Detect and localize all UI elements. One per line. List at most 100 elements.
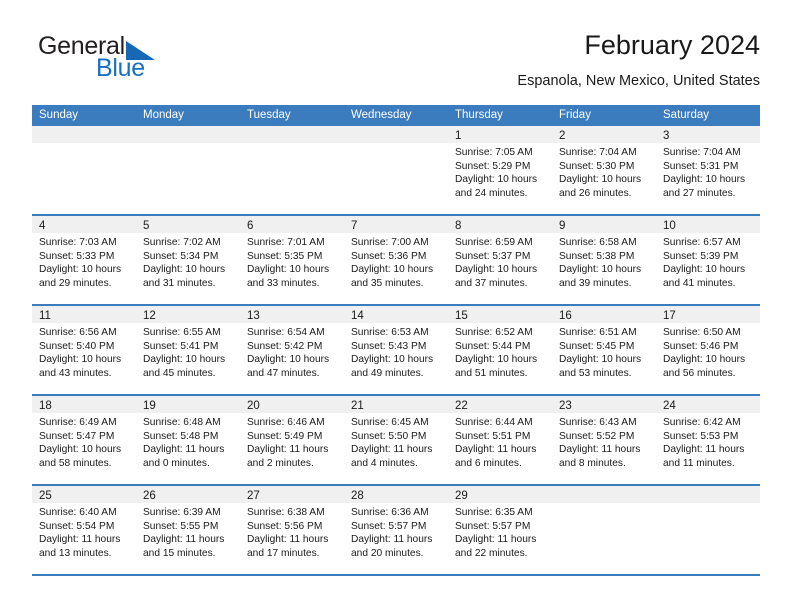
- sunset-text: Sunset: 5:42 PM: [247, 340, 323, 352]
- day-info: Sunrise: 6:56 AM Sunset: 5:40 PM Daylight:…: [32, 323, 136, 380]
- daylight-text: Daylight: 10 hours and 47 minutes.: [247, 354, 330, 379]
- sunset-text: Sunset: 5:49 PM: [247, 430, 323, 442]
- day-number-band: 11: [32, 306, 136, 323]
- sunset-text: Sunset: 5:41 PM: [143, 340, 219, 352]
- calendar-day-cell[interactable]: 10 Sunrise: 6:57 AM Sunset: 5:39 PM Dayligh…: [656, 216, 760, 304]
- daylight-text: Daylight: 11 hours and 4 minutes.: [351, 444, 433, 469]
- calendar-day-cell[interactable]: 19 Sunrise: 6:48 AM Sunset: 5:48 PM Dayligh…: [136, 396, 240, 484]
- calendar-day-cell[interactable]: 15 Sunrise: 6:52 AM Sunset: 5:44 PM Dayligh…: [448, 306, 552, 394]
- calendar-day-cell[interactable]: 4 Sunrise: 7:03 AM Sunset: 5:33 PM Daylight…: [32, 216, 136, 304]
- brand-logo[interactable]: General Blue: [38, 32, 238, 88]
- sunrise-text: Sunrise: 6:51 AM: [559, 327, 637, 338]
- sunset-text: Sunset: 5:57 PM: [351, 520, 427, 532]
- calendar-day-cell[interactable]: 9 Sunrise: 6:58 AM Sunset: 5:38 PM Daylight…: [552, 216, 656, 304]
- sunrise-text: Sunrise: 6:55 AM: [143, 327, 221, 338]
- calendar-day-cell[interactable]: 28 Sunrise: 6:36 AM Sunset: 5:57 PM Dayligh…: [344, 486, 448, 574]
- day-number: 24: [663, 400, 676, 412]
- day-number-band: 14: [344, 306, 448, 323]
- calendar-day-cell[interactable]: 23 Sunrise: 6:43 AM Sunset: 5:52 PM Dayligh…: [552, 396, 656, 484]
- calendar-day-cell[interactable]: 13 Sunrise: 6:54 AM Sunset: 5:42 PM Dayligh…: [240, 306, 344, 394]
- day-info: Sunrise: 6:54 AM Sunset: 5:42 PM Daylight:…: [240, 323, 344, 380]
- sunset-text: Sunset: 5:35 PM: [247, 250, 323, 262]
- weekday-header-friday: Friday: [559, 109, 591, 121]
- calendar-day-cell[interactable]: 22 Sunrise: 6:44 AM Sunset: 5:51 PM Dayligh…: [448, 396, 552, 484]
- weekday-header-thursday: Thursday: [455, 109, 503, 121]
- day-info: Sunrise: 6:52 AM Sunset: 5:44 PM Daylight:…: [448, 323, 552, 380]
- day-info: Sunrise: 6:59 AM Sunset: 5:37 PM Daylight:…: [448, 233, 552, 290]
- day-info: Sunrise: 7:02 AM Sunset: 5:34 PM Daylight:…: [136, 233, 240, 290]
- sunset-text: Sunset: 5:31 PM: [663, 160, 739, 172]
- page-title: February 2024: [584, 30, 760, 60]
- day-number: 14: [351, 310, 364, 322]
- calendar-day-cell[interactable]: 16 Sunrise: 6:51 AM Sunset: 5:45 PM Dayligh…: [552, 306, 656, 394]
- calendar-day-cell-empty: [240, 126, 344, 214]
- daylight-text: Daylight: 11 hours and 13 minutes.: [39, 534, 121, 559]
- day-number-band: [32, 126, 136, 143]
- sunset-text: Sunset: 5:55 PM: [143, 520, 219, 532]
- day-number: 5: [143, 220, 150, 232]
- sunset-text: Sunset: 5:39 PM: [663, 250, 739, 262]
- daylight-text: Daylight: 10 hours and 45 minutes.: [143, 354, 226, 379]
- sunrise-text: Sunrise: 7:04 AM: [663, 147, 741, 158]
- daylight-text: Daylight: 10 hours and 49 minutes.: [351, 354, 434, 379]
- sunset-text: Sunset: 5:56 PM: [247, 520, 323, 532]
- page-header: General Blue February 2024 Espanola, New…: [32, 28, 760, 100]
- calendar-day-cell[interactable]: 12 Sunrise: 6:55 AM Sunset: 5:41 PM Dayligh…: [136, 306, 240, 394]
- day-number-band: [240, 126, 344, 143]
- calendar-day-cell[interactable]: 18 Sunrise: 6:49 AM Sunset: 5:47 PM Dayligh…: [32, 396, 136, 484]
- day-number-band: 27: [240, 486, 344, 503]
- calendar-page: General Blue February 2024 Espanola, New…: [0, 0, 792, 612]
- calendar-day-cell[interactable]: 17 Sunrise: 6:50 AM Sunset: 5:46 PM Dayligh…: [656, 306, 760, 394]
- day-number: 18: [39, 400, 52, 412]
- day-number-band: 19: [136, 396, 240, 413]
- sunrise-text: Sunrise: 6:45 AM: [351, 417, 429, 428]
- calendar-day-cell[interactable]: 29 Sunrise: 6:35 AM Sunset: 5:57 PM Dayligh…: [448, 486, 552, 574]
- sunset-text: Sunset: 5:40 PM: [39, 340, 115, 352]
- day-number: 26: [143, 490, 156, 502]
- day-number: 4: [39, 220, 46, 232]
- calendar-day-cell-empty: [552, 486, 656, 574]
- day-info: Sunrise: 6:38 AM Sunset: 5:56 PM Daylight:…: [240, 503, 344, 560]
- sunset-text: Sunset: 5:43 PM: [351, 340, 427, 352]
- day-number-band: 21: [344, 396, 448, 413]
- title-block: February 2024 Espanola, New Mexico, Unit…: [517, 28, 760, 92]
- day-number-band: 13: [240, 306, 344, 323]
- daylight-text: Daylight: 10 hours and 33 minutes.: [247, 264, 330, 289]
- daylight-text: Daylight: 11 hours and 15 minutes.: [143, 534, 225, 559]
- day-info: Sunrise: 6:36 AM Sunset: 5:57 PM Daylight:…: [344, 503, 448, 560]
- sunset-text: Sunset: 5:48 PM: [143, 430, 219, 442]
- calendar-day-cell[interactable]: 3 Sunrise: 7:04 AM Sunset: 5:31 PM Daylight…: [656, 126, 760, 214]
- daylight-text: Daylight: 10 hours and 31 minutes.: [143, 264, 226, 289]
- day-info: Sunrise: 6:57 AM Sunset: 5:39 PM Daylight:…: [656, 233, 760, 290]
- day-number: 6: [247, 220, 254, 232]
- calendar-day-cell[interactable]: 6 Sunrise: 7:01 AM Sunset: 5:35 PM Daylight…: [240, 216, 344, 304]
- calendar-day-cell-empty: [136, 126, 240, 214]
- calendar-day-cell[interactable]: 5 Sunrise: 7:02 AM Sunset: 5:34 PM Daylight…: [136, 216, 240, 304]
- calendar-day-cell[interactable]: 7 Sunrise: 7:00 AM Sunset: 5:36 PM Daylight…: [344, 216, 448, 304]
- calendar-day-cell[interactable]: 26 Sunrise: 6:39 AM Sunset: 5:55 PM Dayligh…: [136, 486, 240, 574]
- sunrise-text: Sunrise: 6:43 AM: [559, 417, 637, 428]
- calendar-day-cell[interactable]: 25 Sunrise: 6:40 AM Sunset: 5:54 PM Dayligh…: [32, 486, 136, 574]
- calendar-week-row: 18 Sunrise: 6:49 AM Sunset: 5:47 PM Dayligh…: [32, 396, 760, 486]
- calendar-day-cell[interactable]: 8 Sunrise: 6:59 AM Sunset: 5:37 PM Daylight…: [448, 216, 552, 304]
- calendar-day-cell[interactable]: 24 Sunrise: 6:42 AM Sunset: 5:53 PM Dayligh…: [656, 396, 760, 484]
- daylight-text: Daylight: 11 hours and 2 minutes.: [247, 444, 329, 469]
- calendar-day-cell[interactable]: 14 Sunrise: 6:53 AM Sunset: 5:43 PM Dayligh…: [344, 306, 448, 394]
- calendar-week-row: 1 Sunrise: 7:05 AM Sunset: 5:29 PM Daylight…: [32, 126, 760, 216]
- sunset-text: Sunset: 5:51 PM: [455, 430, 531, 442]
- day-number-band: 7: [344, 216, 448, 233]
- sunrise-text: Sunrise: 7:05 AM: [455, 147, 533, 158]
- day-number-band: 23: [552, 396, 656, 413]
- calendar-day-cell[interactable]: 27 Sunrise: 6:38 AM Sunset: 5:56 PM Dayligh…: [240, 486, 344, 574]
- calendar-day-cell[interactable]: 1 Sunrise: 7:05 AM Sunset: 5:29 PM Daylight…: [448, 126, 552, 214]
- calendar-day-cell[interactable]: 20 Sunrise: 6:46 AM Sunset: 5:49 PM Dayligh…: [240, 396, 344, 484]
- calendar-day-cell[interactable]: 21 Sunrise: 6:45 AM Sunset: 5:50 PM Dayligh…: [344, 396, 448, 484]
- calendar-day-cell[interactable]: 11 Sunrise: 6:56 AM Sunset: 5:40 PM Dayligh…: [32, 306, 136, 394]
- daylight-text: Daylight: 10 hours and 27 minutes.: [663, 174, 746, 199]
- sunrise-text: Sunrise: 6:54 AM: [247, 327, 325, 338]
- day-number-band: [136, 126, 240, 143]
- calendar-day-cell[interactable]: 2 Sunrise: 7:04 AM Sunset: 5:30 PM Daylight…: [552, 126, 656, 214]
- daylight-text: Daylight: 10 hours and 51 minutes.: [455, 354, 538, 379]
- day-number-band: 28: [344, 486, 448, 503]
- calendar-week-row: 25 Sunrise: 6:40 AM Sunset: 5:54 PM Dayligh…: [32, 486, 760, 576]
